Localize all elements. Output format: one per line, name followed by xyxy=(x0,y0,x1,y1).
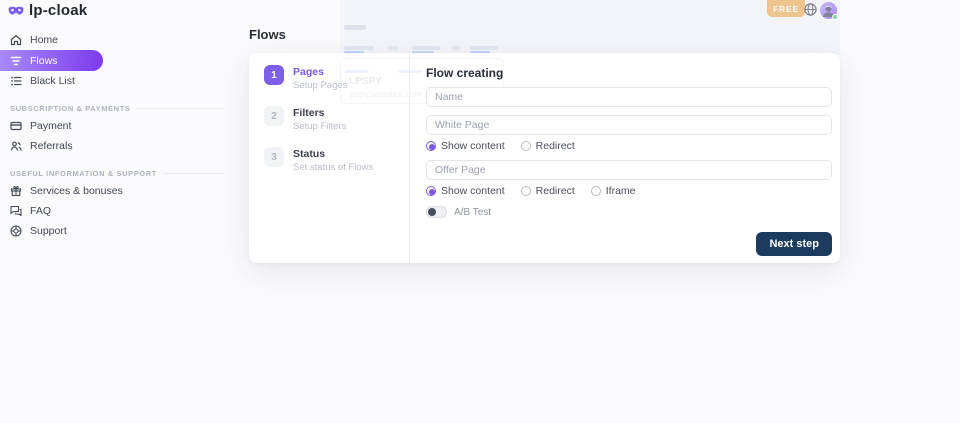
radio-redirect[interactable]: Redirect xyxy=(521,140,575,152)
step-title: Pages xyxy=(293,65,347,78)
list-icon xyxy=(10,75,22,87)
step-pages[interactable]: 1 Pages Setup Pages xyxy=(264,65,409,91)
sidebar-item-faq[interactable]: FAQ xyxy=(0,201,233,221)
white-page-mode-group: Show content Redirect xyxy=(426,140,832,152)
sidebar-section-header-label: USEFUL INFORMATION & SUPPORT xyxy=(10,169,157,178)
sidebar-section-header-label: SUBSCRIPTION & PAYMENTS xyxy=(10,104,130,113)
section-divider xyxy=(136,108,223,109)
frosted-overlay xyxy=(340,0,840,55)
radio-icon xyxy=(521,141,531,151)
lifebuoy-icon xyxy=(10,225,22,237)
ghost-bar xyxy=(412,46,440,50)
ghost-bar xyxy=(388,46,398,50)
brand-name: lp-cloak xyxy=(29,2,87,19)
name-input[interactable] xyxy=(426,87,832,107)
modal-steps: 1 Pages Setup Pages 2 Filters Setup Filt… xyxy=(249,53,409,263)
flows-icon xyxy=(10,55,22,67)
radio-label: Show content xyxy=(441,185,505,197)
sidebar-item-flows[interactable]: Flows xyxy=(0,50,103,71)
chat-icon xyxy=(10,205,22,217)
radio-iframe[interactable]: Iframe xyxy=(591,185,636,197)
modal-title: Flow creating xyxy=(426,66,832,80)
flow-creating-modal: 1 Pages Setup Pages 2 Filters Setup Filt… xyxy=(249,53,840,263)
ab-test-row: A/B Test xyxy=(426,206,832,218)
credit-card-icon xyxy=(10,120,22,132)
sidebar-item-label: Home xyxy=(30,34,58,46)
next-step-button[interactable]: Next step xyxy=(756,232,832,256)
modal-footer: Next step xyxy=(426,232,832,256)
ghost-bar xyxy=(470,46,498,50)
sidebar-item-label: Support xyxy=(30,225,67,237)
section-divider xyxy=(163,173,223,174)
toggle-knob xyxy=(428,208,436,216)
sidebar-item-label: Services & bonuses xyxy=(30,185,123,197)
sidebar-item-label: FAQ xyxy=(30,205,51,217)
radio-label: Iframe xyxy=(606,185,636,197)
radio-show-content[interactable]: Show content xyxy=(426,185,505,197)
sidebar-item-referrals[interactable]: Referrals xyxy=(0,136,233,156)
ghost-bar xyxy=(344,46,374,50)
sidebar-section-header: USEFUL INFORMATION & SUPPORT xyxy=(10,169,223,178)
offer-page-input[interactable] xyxy=(426,160,832,180)
radio-icon xyxy=(426,186,436,196)
radio-label: Redirect xyxy=(536,140,575,152)
sidebar-item-support[interactable]: Support xyxy=(0,221,233,241)
radio-show-content[interactable]: Show content xyxy=(426,140,505,152)
radio-icon xyxy=(426,141,436,151)
flow-form: Flow creating Show content Redirect Show… xyxy=(410,53,840,263)
sidebar-item-label: Payment xyxy=(30,120,71,132)
step-subtitle: Set status of Flows xyxy=(293,162,373,173)
radio-label: Show content xyxy=(441,140,505,152)
white-page-input[interactable] xyxy=(426,115,832,135)
radio-icon xyxy=(521,186,531,196)
sidebar-item-payment[interactable]: Payment xyxy=(0,116,233,136)
step-number-badge: 1 xyxy=(264,65,284,85)
sidebar-section-header: SUBSCRIPTION & PAYMENTS xyxy=(10,104,223,113)
sidebar: Home Flows Black List SUBSCRIPTION & PAY… xyxy=(0,30,233,241)
ghost-bar xyxy=(344,25,366,30)
sidebar-item-label: Referrals xyxy=(30,140,73,152)
home-icon xyxy=(10,34,22,46)
step-subtitle: Setup Pages xyxy=(293,80,347,91)
radio-label: Redirect xyxy=(536,185,575,197)
mask-icon xyxy=(8,5,24,16)
step-filters[interactable]: 2 Filters Setup Filters xyxy=(264,106,409,132)
sidebar-item-label: Flows xyxy=(30,55,57,67)
step-title: Status xyxy=(293,147,373,160)
user-avatar[interactable] xyxy=(820,2,837,19)
offer-page-mode-group: Show content Redirect Iframe xyxy=(426,185,832,197)
radio-icon xyxy=(591,186,601,196)
ab-test-toggle[interactable] xyxy=(426,206,447,218)
brand-logo: lp-cloak xyxy=(8,2,87,19)
gift-icon xyxy=(10,185,22,197)
sidebar-item-services-bonuses[interactable]: Services & bonuses xyxy=(0,181,233,201)
sidebar-item-home[interactable]: Home xyxy=(0,30,233,50)
app-window: lp-cloak FREE Home Flows xyxy=(0,0,960,423)
step-title: Filters xyxy=(293,106,346,119)
ghost-bar xyxy=(452,46,460,50)
step-status[interactable]: 3 Status Set status of Flows xyxy=(264,147,409,173)
ab-test-label: A/B Test xyxy=(454,207,491,218)
people-icon xyxy=(10,140,22,152)
sidebar-item-label: Black List xyxy=(30,75,75,87)
page-title: Flows xyxy=(249,27,286,42)
step-number-badge: 2 xyxy=(264,106,284,126)
step-number-badge: 3 xyxy=(264,147,284,167)
sidebar-item-black-list[interactable]: Black List xyxy=(0,71,233,91)
radio-redirect[interactable]: Redirect xyxy=(521,185,575,197)
language-globe-icon[interactable] xyxy=(804,3,817,16)
step-subtitle: Setup Filters xyxy=(293,121,346,132)
online-status-dot xyxy=(832,14,838,20)
free-plan-badge[interactable]: FREE xyxy=(767,0,805,17)
